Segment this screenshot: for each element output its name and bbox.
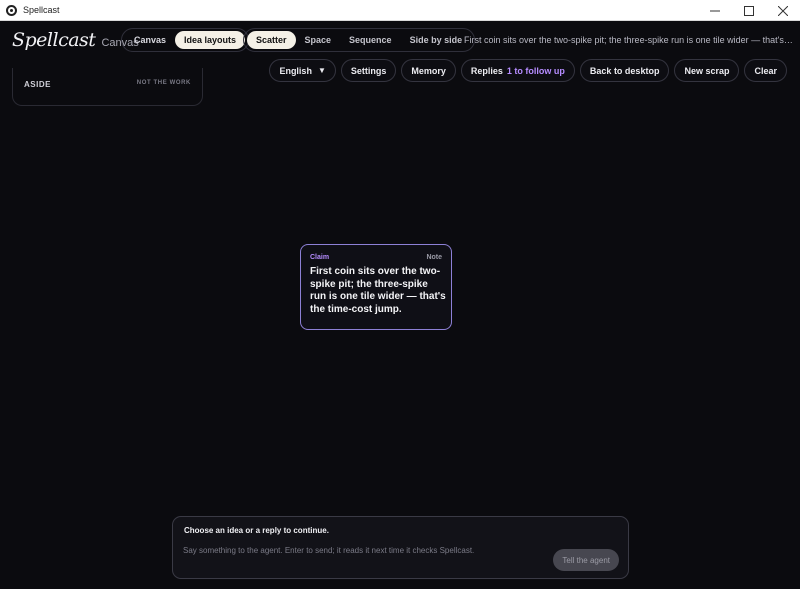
tell-agent-button[interactable]: Tell the agent [553, 549, 619, 571]
claim-card[interactable]: Claim Note First coin sits over the two-… [300, 244, 452, 330]
aside-card[interactable]: ASIDE NOT THE WORK [12, 68, 203, 106]
window-controls [698, 0, 800, 21]
window-titlebar: Spellcast [0, 0, 800, 21]
minimize-icon[interactable] [698, 0, 732, 21]
claim-kind: Note [426, 254, 442, 261]
tab-sequence[interactable]: Sequence [340, 31, 401, 49]
replies-label: Replies [470, 65, 503, 76]
language-value: English [279, 65, 312, 76]
tab-scatter[interactable]: Scatter [247, 31, 296, 49]
settings-button[interactable]: Settings [340, 59, 397, 82]
claim-tag: Claim [310, 254, 330, 261]
replies-button[interactable]: Replies 1 to follow up [460, 59, 575, 82]
composer-title: Choose an idea or a reply to continue. [184, 526, 329, 535]
aside-note: NOT THE WORK [136, 80, 191, 86]
view-tabs: Canvas Idea layouts [121, 28, 250, 52]
claim-text: First coin sits over the two-spike pit; … [310, 266, 446, 315]
tab-canvas[interactable]: Canvas [125, 31, 175, 49]
new-scrap-button[interactable]: New scrap [674, 59, 740, 82]
layout-tabs: Scatter Space Sequence Side by side [243, 28, 476, 52]
agent-message-input[interactable] [183, 543, 538, 557]
maximize-icon[interactable] [732, 0, 766, 21]
close-icon[interactable] [766, 0, 800, 21]
app-icon [6, 4, 17, 16]
language-select[interactable]: English ▼ [269, 59, 336, 82]
toolbar: English ▼ Settings Memory Replies 1 to f… [269, 59, 787, 82]
tab-idea-layouts[interactable]: Idea layouts [175, 31, 246, 49]
tab-side-by-side[interactable]: Side by side [401, 31, 472, 49]
clear-button[interactable]: Clear [744, 59, 787, 82]
composer: Choose an idea or a reply to continue. T… [172, 516, 629, 579]
brand: Spellcast Canvas [12, 29, 139, 51]
breadcrumb: First coin sits over the two-spike pit; … [464, 35, 794, 45]
aside-label: ASIDE [24, 80, 51, 89]
back-to-desktop-button[interactable]: Back to desktop [579, 59, 670, 82]
replies-badge: 1 to follow up [506, 65, 565, 76]
window-title: Spellcast [23, 5, 60, 15]
chevron-down-icon: ▼ [317, 66, 326, 75]
tab-space[interactable]: Space [296, 31, 341, 49]
memory-button[interactable]: Memory [401, 59, 456, 82]
brand-name: Spellcast [12, 29, 96, 51]
